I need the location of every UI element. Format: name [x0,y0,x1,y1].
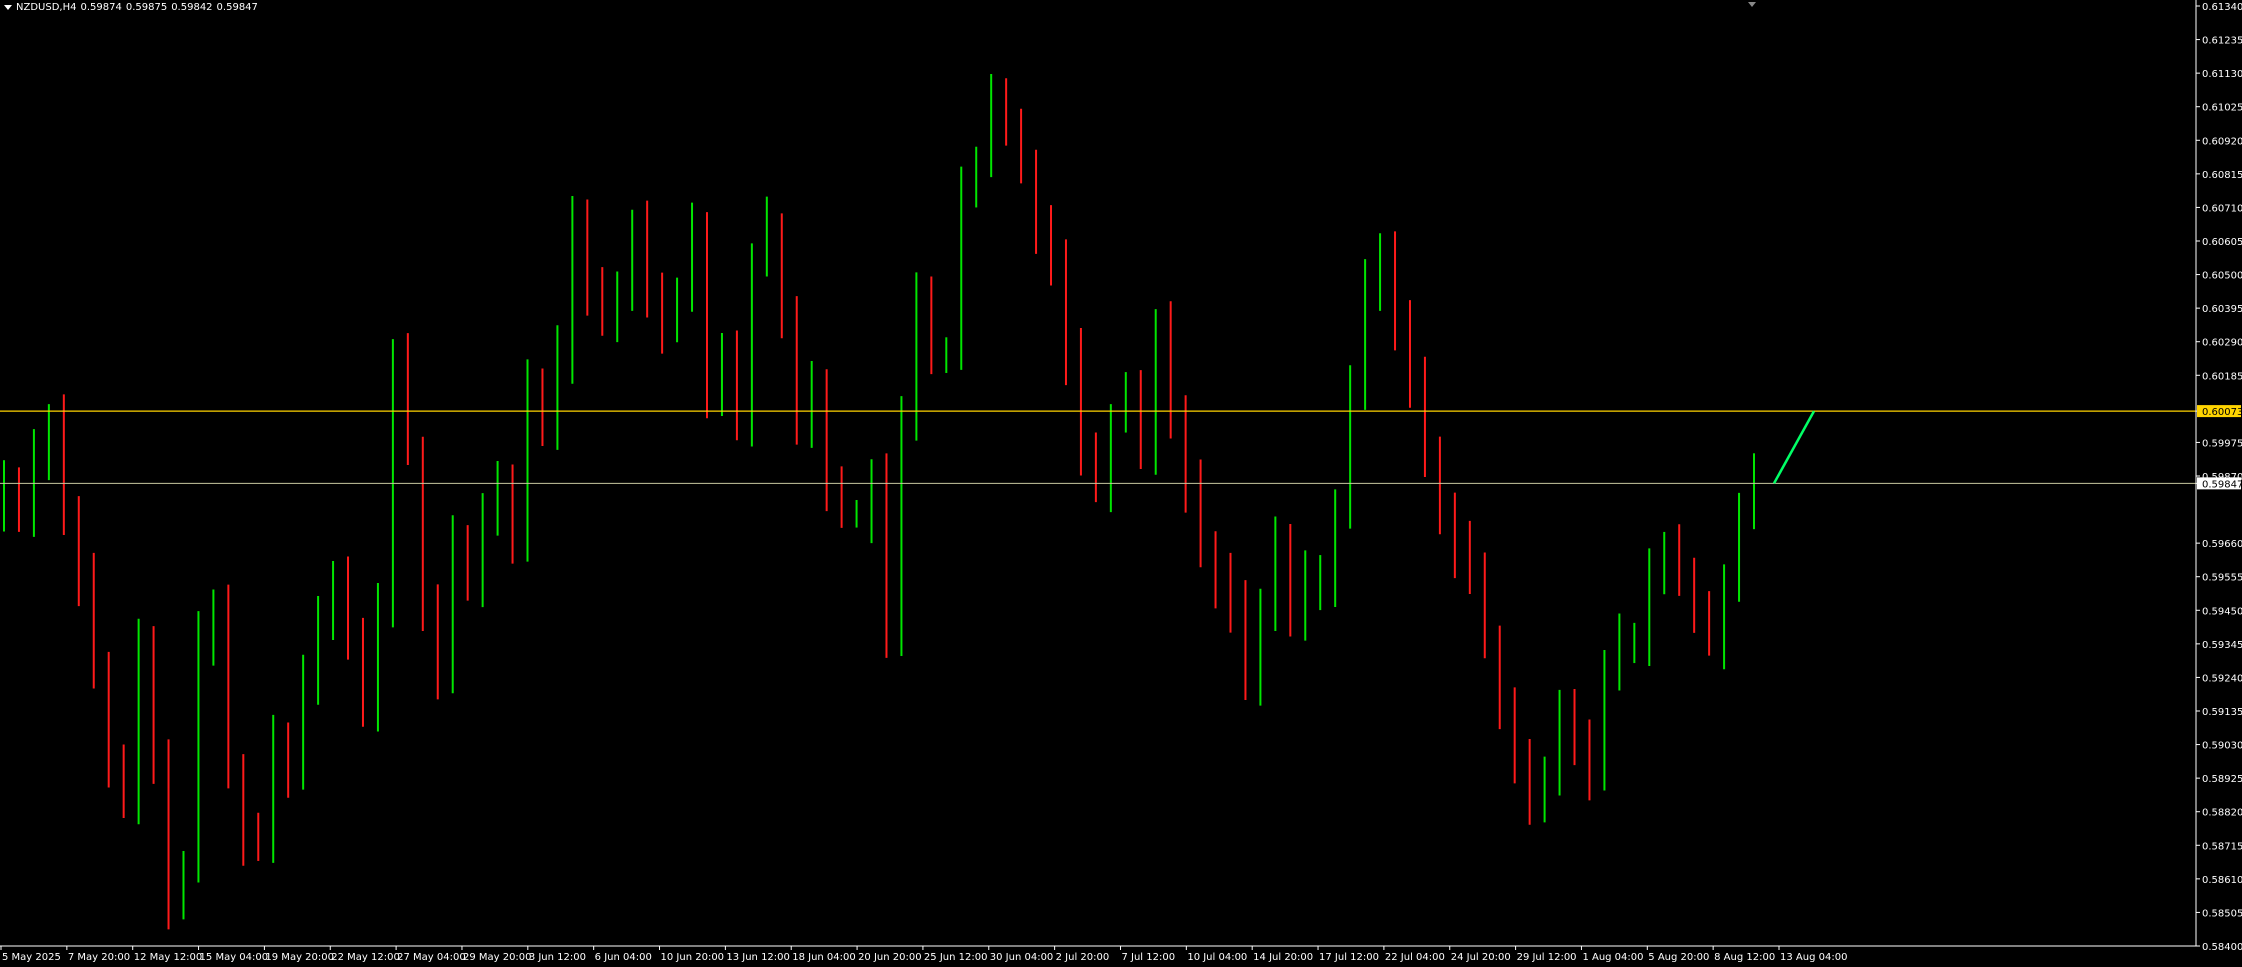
y-tick-label: 0.60290 [2202,338,2242,349]
y-tick-label: 0.58820 [2202,808,2242,819]
x-tick-label: 30 Jun 04:00 [990,952,1054,963]
x-tick-label: 25 Jun 12:00 [924,952,988,963]
y-tick-label: 0.59030 [2202,741,2242,752]
x-tick-label: 15 May 04:00 [200,952,269,963]
y-tick-label: 0.58610 [2202,875,2242,886]
x-tick-label: 20 Jun 20:00 [858,952,922,963]
y-tick-label: 0.60073 [2202,407,2242,418]
y-tick-label: 0.60500 [2202,271,2242,282]
shift-marker-icon[interactable] [1748,2,1756,7]
x-tick-label: 22 May 12:00 [331,952,400,963]
y-tick-label: 0.58925 [2202,774,2242,785]
x-tick-label: 10 Jun 20:00 [661,952,725,963]
x-tick-label: 19 May 20:00 [265,952,334,963]
y-tick-label: 0.59660 [2202,539,2242,550]
x-tick-label: 14 Jul 20:00 [1253,952,1313,963]
y-tick-label: 0.59135 [2202,707,2242,718]
x-tick-label: 10 Jul 04:00 [1187,952,1247,963]
y-tick-label: 0.59847 [2202,479,2242,490]
x-tick-label: 5 May 2025 [2,952,61,963]
y-tick-label: 0.61340 [2202,2,2242,13]
y-tick-label: 0.60920 [2202,136,2242,147]
y-tick-label: 0.61025 [2202,103,2242,114]
y-tick-label: 0.59345 [2202,640,2242,651]
y-tick-label: 0.59975 [2202,438,2242,449]
y-tick-label: 0.60395 [2202,304,2242,315]
y-tick-label: 0.60710 [2202,203,2242,214]
axes-layer: 0.61340 0.61235 0.61130 0.61025 0.60920 0.608… [0,0,2242,963]
y-tick-label: 0.59555 [2202,573,2242,584]
x-tick-label: 29 Jul 12:00 [1517,952,1577,963]
x-tick-label: 7 Jul 12:00 [1121,952,1175,963]
x-tick-label: 1 Aug 04:00 [1582,952,1643,963]
y-tick-label: 0.58715 [2202,841,2242,852]
y-tick-label: 0.59450 [2202,606,2242,617]
price-chart[interactable]: 0.61340 0.61235 0.61130 0.61025 0.60920 0.608… [0,0,2242,967]
x-tick-label: 13 Aug 04:00 [1780,952,1847,963]
y-tick-label: 0.61235 [2202,36,2242,47]
x-tick-label: 18 Jun 04:00 [792,952,856,963]
x-tick-label: 13 Jun 12:00 [726,952,790,963]
x-tick-label: 27 May 04:00 [397,952,466,963]
x-tick-label: 5 Aug 20:00 [1648,952,1709,963]
y-tick-label: 0.61130 [2202,69,2242,80]
x-tick-label: 12 May 12:00 [134,952,203,963]
y-tick-label: 0.60815 [2202,170,2242,181]
candles-layer [3,73,1755,930]
x-tick-label: 29 May 20:00 [463,952,532,963]
projection-arrow-line[interactable] [1772,410,1816,484]
x-tick-label: 24 Jul 20:00 [1451,952,1511,963]
x-tick-label: 17 Jul 12:00 [1319,952,1379,963]
x-tick-label: 6 Jun 04:00 [595,952,652,963]
x-tick-label: 8 Aug 12:00 [1714,952,1775,963]
x-tick-label: 3 Jun 12:00 [529,952,586,963]
levels-layer [0,410,2196,484]
y-tick-label: 0.60605 [2202,237,2242,248]
y-tick-label: 0.58505 [2202,908,2242,919]
x-tick-label: 2 Jul 20:00 [1056,952,1110,963]
y-tick-label: 0.60185 [2202,371,2242,382]
y-tick-label: 0.59240 [2202,673,2242,684]
y-tick-label: 0.58400 [2202,942,2242,953]
x-tick-label: 22 Jul 04:00 [1385,952,1445,963]
x-tick-label: 7 May 20:00 [68,952,130,963]
